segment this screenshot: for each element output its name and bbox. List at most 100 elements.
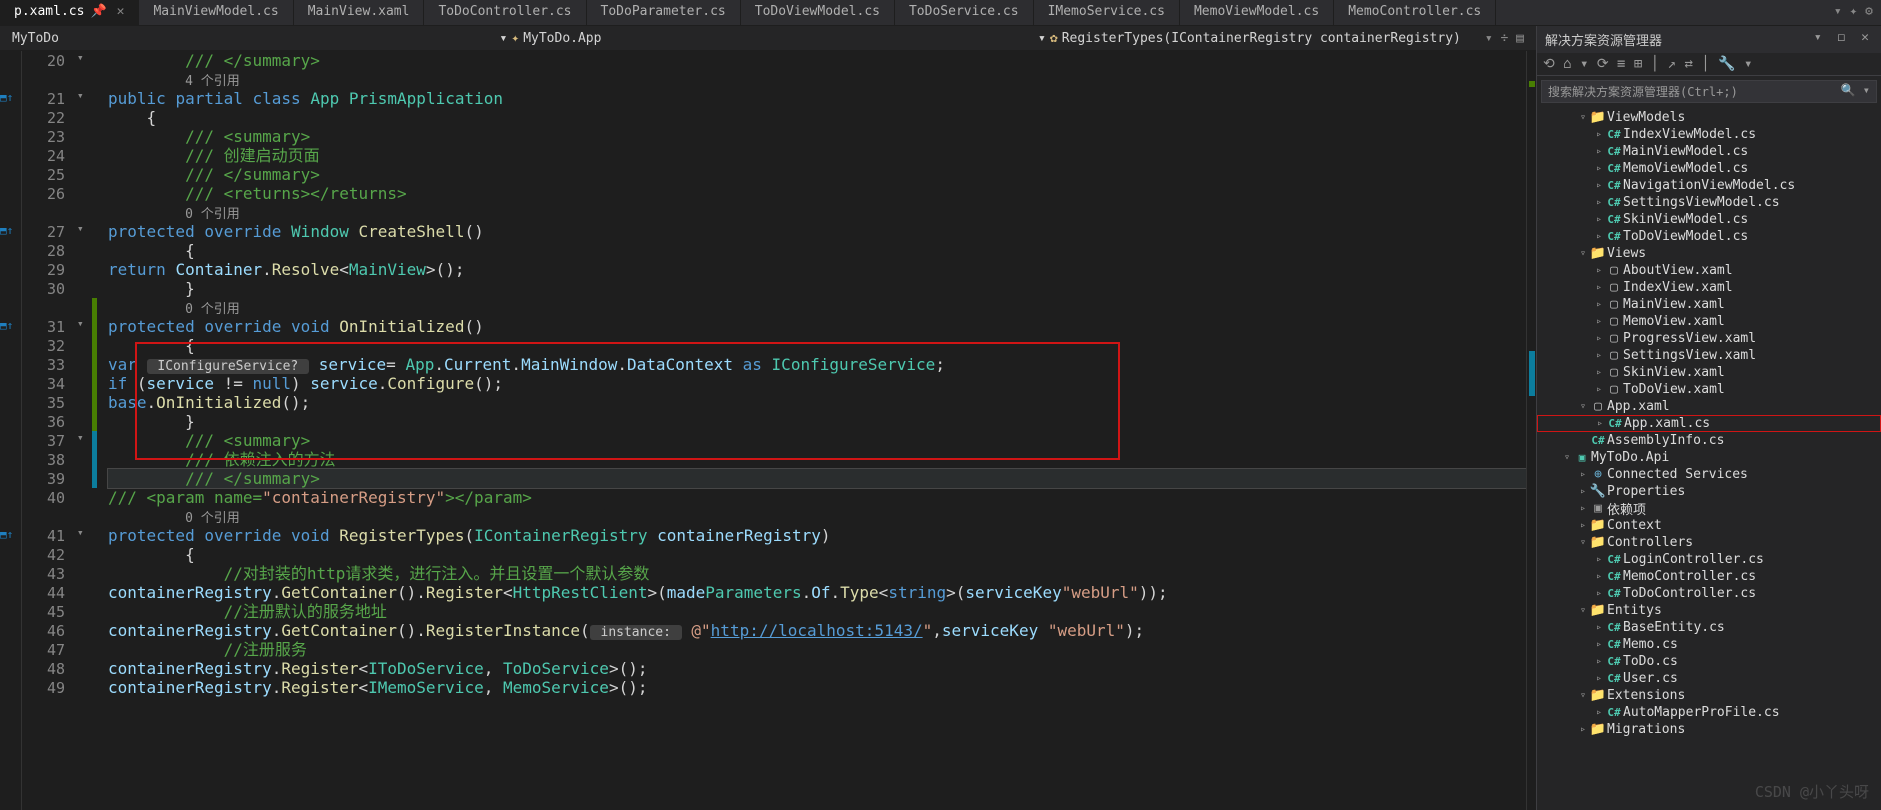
code-editor[interactable]: ⬒↑⬒↑⬒↑⬒↑ 2021222324252627282930313233343… bbox=[0, 51, 1536, 810]
code-line[interactable]: /// 依赖注入的方法 bbox=[108, 450, 1526, 469]
code-line[interactable]: { bbox=[108, 241, 1526, 260]
tree-item[interactable]: ▹C#MainViewModel.cs bbox=[1537, 143, 1881, 160]
code-line[interactable]: base.OnInitialized(); bbox=[108, 393, 1526, 412]
tree-item[interactable]: ▹C#IndexViewModel.cs bbox=[1537, 126, 1881, 143]
code-line[interactable]: /// </summary> bbox=[108, 51, 1526, 70]
tree-item[interactable]: ▹▢ToDoView.xaml bbox=[1537, 381, 1881, 398]
code-line[interactable]: /// <summary> bbox=[108, 431, 1526, 450]
code-line[interactable]: containerRegistry.GetContainer().Registe… bbox=[108, 583, 1526, 602]
gutter-indicator[interactable]: ⬒↑ bbox=[0, 319, 13, 332]
tree-item[interactable]: ▿📁Entitys bbox=[1537, 602, 1881, 619]
tree-item[interactable]: ▹▢ProgressView.xaml bbox=[1537, 330, 1881, 347]
tab-ToDoService-cs[interactable]: ToDoService.cs bbox=[895, 0, 1034, 25]
minimap-scrollbar[interactable] bbox=[1526, 51, 1536, 810]
cs-icon: C# bbox=[1605, 178, 1623, 193]
tree-item[interactable]: ▹C#ToDoViewModel.cs bbox=[1537, 228, 1881, 245]
tab-tools[interactable]: ▾ ✦ ⚙ bbox=[1826, 0, 1881, 25]
tab-p-xaml-cs[interactable]: p.xaml.cs📌✕ bbox=[0, 0, 139, 25]
code-line[interactable]: public partial class App PrismApplicatio… bbox=[108, 89, 1526, 108]
code-line[interactable]: } bbox=[108, 279, 1526, 298]
gutter-indicator[interactable]: ⬒↑ bbox=[0, 91, 13, 104]
tab-ToDoViewModel-cs[interactable]: ToDoViewModel.cs bbox=[741, 0, 895, 25]
tree-item[interactable]: ▹▢AboutView.xaml bbox=[1537, 262, 1881, 279]
tree-item[interactable]: ▿📁ViewModels bbox=[1537, 109, 1881, 126]
code-line[interactable]: /// 创建启动页面 bbox=[108, 146, 1526, 165]
tree-item[interactable]: ▹C#SettingsViewModel.cs bbox=[1537, 194, 1881, 211]
tree-item[interactable]: ▹C#ToDo.cs bbox=[1537, 653, 1881, 670]
tree-item[interactable]: ▹C#MemoViewModel.cs bbox=[1537, 160, 1881, 177]
code-line[interactable]: protected override Window CreateShell() bbox=[108, 222, 1526, 241]
code-line[interactable]: //注册默认的服务地址 bbox=[108, 602, 1526, 621]
tree-item[interactable]: C#AssemblyInfo.cs bbox=[1537, 432, 1881, 449]
panel-controls[interactable]: ▾ ◻ ✕ bbox=[1814, 30, 1873, 49]
tree-item[interactable]: ▹📁Context bbox=[1537, 517, 1881, 534]
code-line[interactable]: protected override void RegisterTypes(IC… bbox=[108, 526, 1526, 545]
code-line[interactable]: /// <summary> bbox=[108, 127, 1526, 146]
solution-toolbar[interactable]: ⟲ ⌂ ▾ ⟳ ≡ ⊞ │ ↗ ⇄ │ 🔧 ▾ bbox=[1537, 53, 1881, 76]
code-line[interactable]: 0 个引用 bbox=[108, 203, 1526, 222]
context-namespace[interactable]: ▾ ✦MyToDo.App bbox=[488, 31, 614, 46]
tree-item[interactable]: ▿📁Views bbox=[1537, 245, 1881, 262]
tree-item[interactable]: ▹C#App.xaml.cs bbox=[1537, 415, 1881, 432]
tree-item[interactable]: ▹▢IndexView.xaml bbox=[1537, 279, 1881, 296]
code-line[interactable]: /// </summary> bbox=[108, 165, 1526, 184]
tree-item[interactable]: ▹C#User.cs bbox=[1537, 670, 1881, 687]
tree-item[interactable]: ▿▢App.xaml bbox=[1537, 398, 1881, 415]
tree-item[interactable]: ▹▣依赖项 bbox=[1537, 500, 1881, 517]
code-line[interactable]: { bbox=[108, 108, 1526, 127]
tab-MainView-xaml[interactable]: MainView.xaml bbox=[294, 0, 425, 25]
context-method[interactable]: ▾ ✿RegisterTypes(IContainerRegistry cont… bbox=[1026, 31, 1473, 46]
tree-item[interactable]: ▹C#MemoController.cs bbox=[1537, 568, 1881, 585]
tab-MainViewModel-cs[interactable]: MainViewModel.cs bbox=[139, 0, 293, 25]
code-line[interactable]: { bbox=[108, 336, 1526, 355]
solution-search[interactable]: 搜索解决方案资源管理器(Ctrl+;)🔍 ▾ bbox=[1541, 80, 1877, 103]
tab-MemoController-cs[interactable]: MemoController.cs bbox=[1334, 0, 1496, 25]
code-line[interactable]: /// <returns></returns> bbox=[108, 184, 1526, 203]
tab-ToDoController-cs[interactable]: ToDoController.cs bbox=[424, 0, 586, 25]
code-line[interactable]: //注册服务 bbox=[108, 640, 1526, 659]
code-line[interactable]: { bbox=[108, 545, 1526, 564]
tree-item[interactable]: ▿▣MyToDo.Api bbox=[1537, 449, 1881, 466]
code-line[interactable]: if (service != null) service.Configure()… bbox=[108, 374, 1526, 393]
tree-item[interactable]: ▹📁Migrations bbox=[1537, 721, 1881, 738]
tree-item[interactable]: ▹C#SkinViewModel.cs bbox=[1537, 211, 1881, 228]
code-line[interactable]: 4 个引用 bbox=[108, 70, 1526, 89]
code-line[interactable]: /// <param name="containerRegistry"></pa… bbox=[108, 488, 1526, 507]
tree-item[interactable]: ▹C#AutoMapperProFile.cs bbox=[1537, 704, 1881, 721]
cs-icon: C# bbox=[1605, 569, 1623, 584]
cs-icon: C# bbox=[1605, 620, 1623, 635]
code-line[interactable]: return Container.Resolve<MainView>(); bbox=[108, 260, 1526, 279]
cs-icon: C# bbox=[1605, 161, 1623, 176]
tree-item[interactable]: ▹C#Memo.cs bbox=[1537, 636, 1881, 653]
tree-item[interactable]: ▹▢SettingsView.xaml bbox=[1537, 347, 1881, 364]
code-line[interactable]: var IConfigureService? service= App.Curr… bbox=[108, 355, 1526, 374]
tab-ToDoParameter-cs[interactable]: ToDoParameter.cs bbox=[587, 0, 741, 25]
tree-item[interactable]: ▿📁Extensions bbox=[1537, 687, 1881, 704]
code-line[interactable]: /// </summary> bbox=[108, 469, 1526, 488]
code-line[interactable]: } bbox=[108, 412, 1526, 431]
tree-item[interactable]: ▹▢MainView.xaml bbox=[1537, 296, 1881, 313]
tree-item[interactable]: ▹⊕Connected Services bbox=[1537, 466, 1881, 483]
tree-item[interactable]: ▹▢SkinView.xaml bbox=[1537, 364, 1881, 381]
code-line[interactable]: containerRegistry.Register<IMemoService,… bbox=[108, 678, 1526, 697]
code-line[interactable]: containerRegistry.GetContainer().Registe… bbox=[108, 621, 1526, 640]
code-line[interactable]: protected override void OnInitialized() bbox=[108, 317, 1526, 336]
tab-MemoViewModel-cs[interactable]: MemoViewModel.cs bbox=[1180, 0, 1334, 25]
tree-item[interactable]: ▹▢MemoView.xaml bbox=[1537, 313, 1881, 330]
context-project[interactable]: MyToDo bbox=[0, 31, 75, 46]
tree-item[interactable]: ▹C#LoginController.cs bbox=[1537, 551, 1881, 568]
tree-item[interactable]: ▹C#ToDoController.cs bbox=[1537, 585, 1881, 602]
tree-item[interactable]: ▹C#BaseEntity.cs bbox=[1537, 619, 1881, 636]
code-line[interactable]: 0 个引用 bbox=[108, 507, 1526, 526]
code-line[interactable]: containerRegistry.Register<IToDoService,… bbox=[108, 659, 1526, 678]
tree-item[interactable]: ▹C#NavigationViewModel.cs bbox=[1537, 177, 1881, 194]
tree-item[interactable]: ▹🔧Properties bbox=[1537, 483, 1881, 500]
gutter-indicator[interactable]: ⬒↑ bbox=[0, 528, 13, 541]
gutter-indicator[interactable]: ⬒↑ bbox=[0, 224, 13, 237]
code-line[interactable]: 0 个引用 bbox=[108, 298, 1526, 317]
code-line[interactable]: //对封装的http请求类，进行注入。并且设置一个默认参数 bbox=[108, 564, 1526, 583]
split-icon[interactable]: ▾ ÷ ▤ bbox=[1473, 31, 1536, 46]
tree-item[interactable]: ▿📁Controllers bbox=[1537, 534, 1881, 551]
tab-IMemoService-cs[interactable]: IMemoService.cs bbox=[1034, 0, 1180, 25]
solution-tree[interactable]: ▿📁ViewModels▹C#IndexViewModel.cs▹C#MainV… bbox=[1537, 107, 1881, 810]
